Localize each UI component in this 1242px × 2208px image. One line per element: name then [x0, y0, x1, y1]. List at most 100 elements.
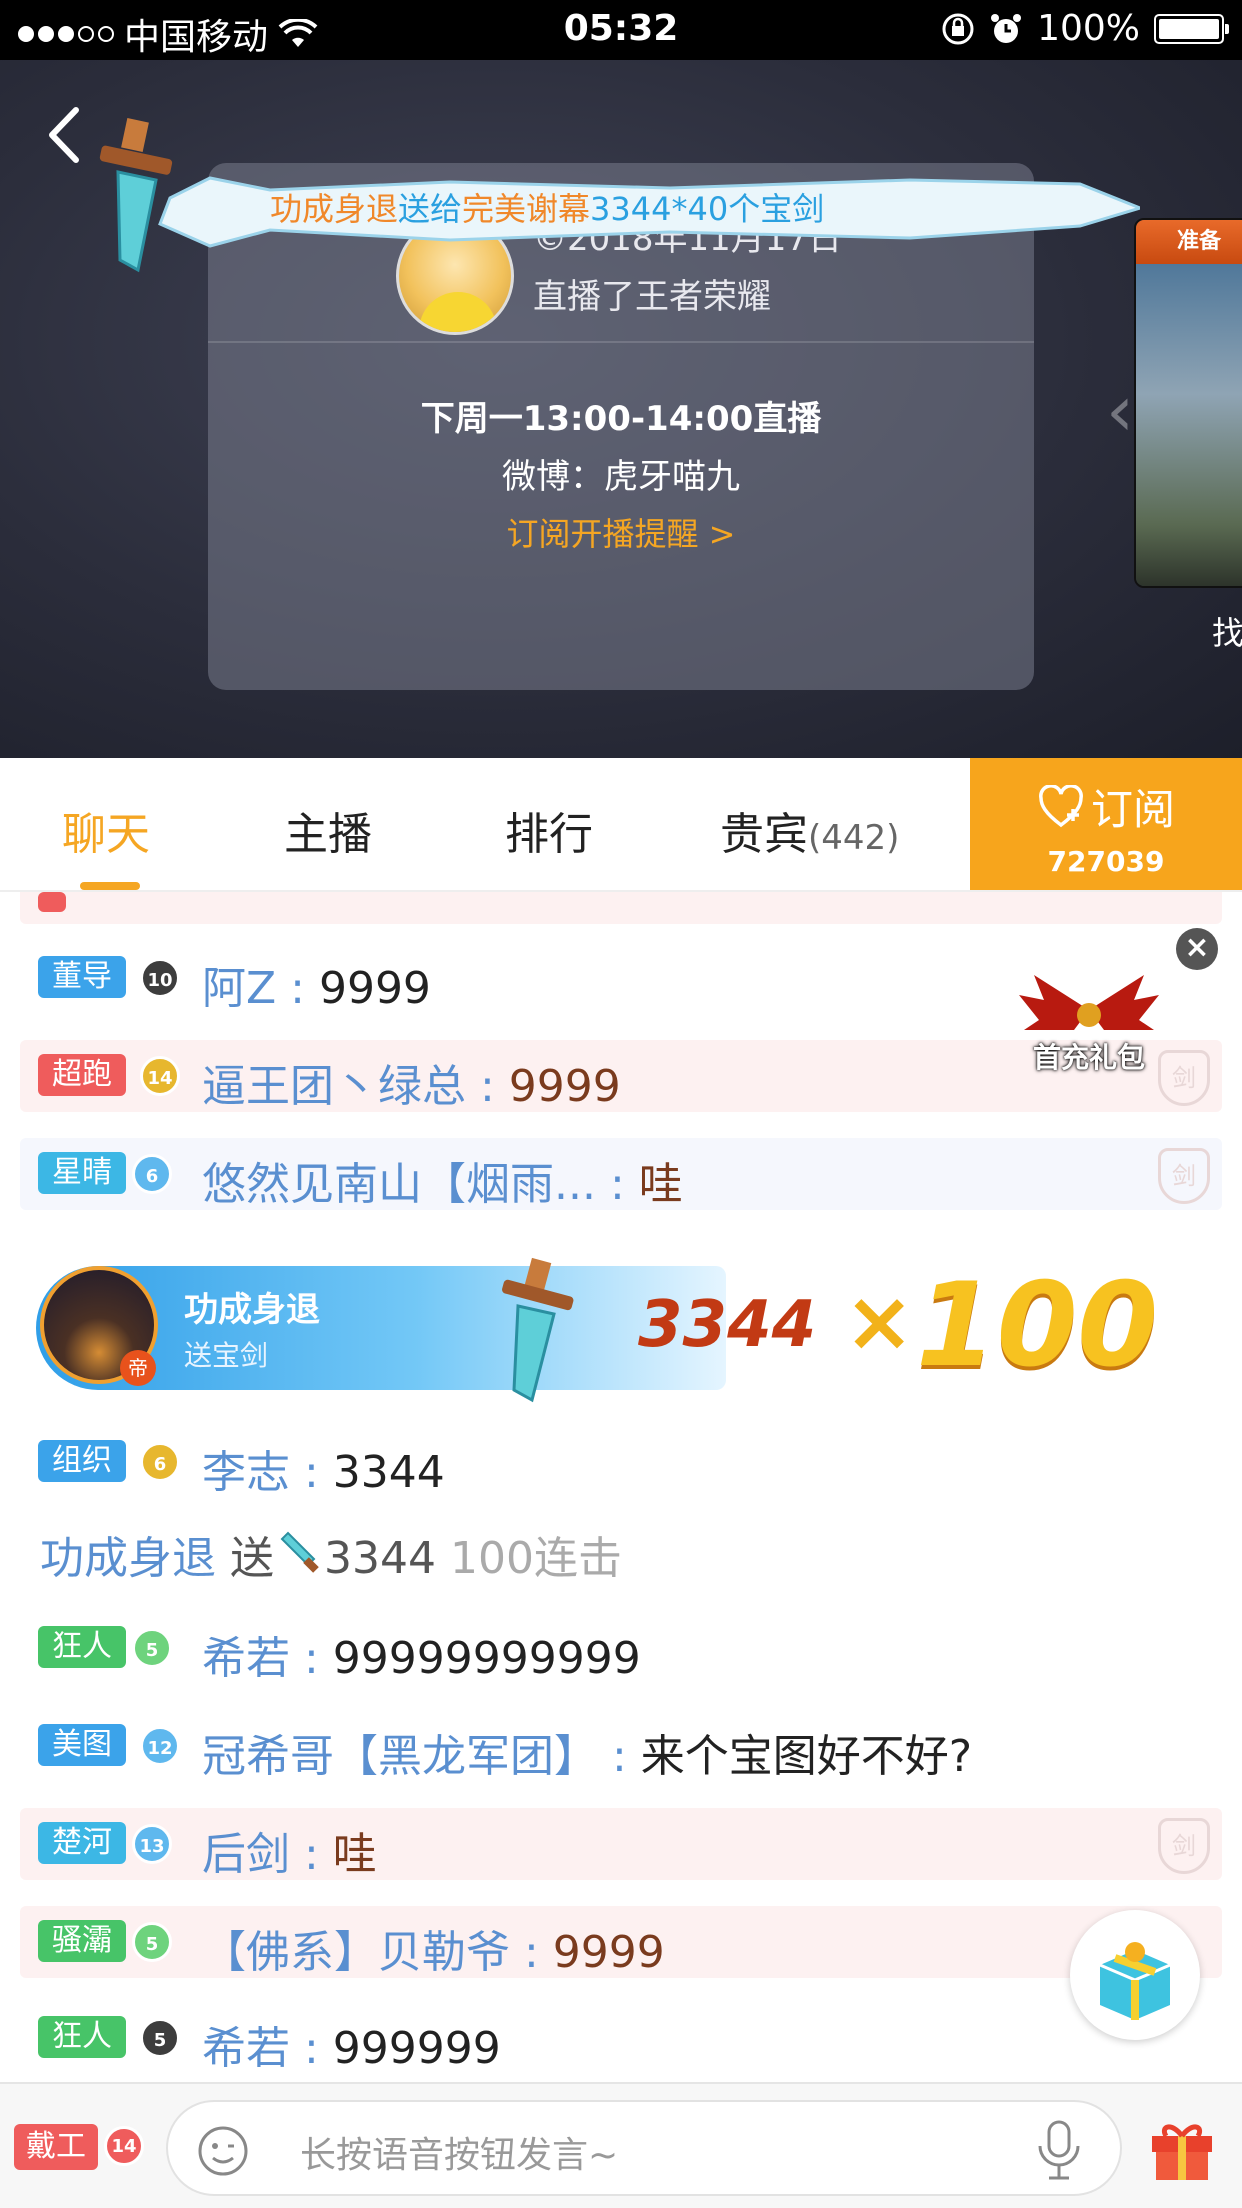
message-text: 3344	[332, 1447, 445, 1498]
gift-broadcast-text: 功成身退送给完美谢幕3344*40个宝剑	[270, 184, 824, 230]
side-card-thumbnail	[1136, 264, 1242, 586]
level-icon: 5	[132, 1922, 172, 1962]
chat-message-partial	[20, 892, 1222, 924]
chat-message[interactable]: 骚灞 5 【佛系】贝勒爷 : 9999	[20, 1906, 1222, 1978]
user-badge: 美图	[38, 1724, 126, 1766]
user-nick: 冠希哥【黑龙军团】	[202, 1731, 598, 1782]
user-badge: 楚河	[38, 1822, 126, 1864]
subscribe-reminder-link[interactable]: 订阅开播提醒 >	[208, 509, 1034, 555]
my-badge[interactable]: 戴工	[14, 2124, 98, 2170]
chat-line: 阿Z : 9999	[202, 963, 431, 1014]
chat-line: 冠希哥【黑龙军团】 : 来个宝图好不好?	[202, 1731, 973, 1782]
chat-message[interactable]: 组织 6 李志 : 3344	[20, 1426, 1222, 1498]
user-badge: 星晴	[38, 1152, 126, 1194]
chat-line: 希若 : 999999	[202, 2023, 501, 2074]
tab-vip-count: (442)	[808, 818, 900, 858]
close-icon[interactable]: ×	[1176, 928, 1218, 970]
shield-icon: 剑	[1158, 1818, 1210, 1874]
gift-icon[interactable]	[1146, 2112, 1218, 2184]
user-badge: 狂人	[38, 1626, 126, 1668]
first-pack-label: 首充礼包	[1032, 1041, 1145, 1074]
subscribe-button[interactable]: 订阅 727039	[970, 758, 1242, 890]
alarm-icon	[991, 13, 1022, 43]
user-badge: 超跑	[38, 1054, 126, 1096]
chat-line: 后剑 : 哇	[202, 1829, 377, 1880]
sword-icon	[502, 1257, 574, 1403]
side-prev-arrow-icon[interactable]: ‹	[1106, 370, 1134, 452]
tab-vip-label: 贵宾	[720, 809, 808, 860]
shield-icon: 剑	[1158, 1148, 1210, 1204]
message-text: 哇	[332, 1829, 377, 1880]
shield-icon: 剑	[1158, 1050, 1210, 1106]
user-nick: 希若	[202, 1633, 290, 1684]
chat-input[interactable]: 长按语音按钮发言~	[166, 2100, 1122, 2196]
gift-combo-banner: 帝 功成身退 送宝剑 3344 × 100	[36, 1258, 1176, 1398]
subscribe-label: 订阅	[1090, 785, 1175, 834]
battery-percent: 100%	[1037, 8, 1140, 49]
chat-message[interactable]: 狂人 5 希若 : 999999	[20, 2002, 1222, 2074]
chat-input-bar: 戴工 14 长按语音按钮发言~	[0, 2082, 1242, 2208]
chat-message[interactable]: 狂人 5 希若 : 99999999999	[20, 1612, 1222, 1684]
level-icon: 10	[140, 958, 180, 998]
gift-broadcast-banner: 功成身退送给完美谢幕3344*40个宝剑	[150, 168, 1140, 252]
level-icon: 5	[140, 2018, 180, 2058]
side-card-header: 准备	[1136, 220, 1242, 264]
treasure-box-button[interactable]	[1070, 1910, 1200, 2040]
level-icon: 13	[132, 1824, 172, 1864]
level-icon: 12	[140, 1726, 180, 1766]
gift-send-word: 送	[230, 1533, 274, 1584]
tab-anchor[interactable]: 主播	[284, 798, 372, 862]
gift-receiver: 完美谢幕	[462, 190, 591, 228]
subscriber-count: 727039	[1047, 845, 1165, 878]
weibo-info: 微博：虎牙喵九	[502, 457, 740, 497]
recommended-stream-card[interactable]: 准备	[1134, 218, 1242, 588]
chat-line: 【佛系】贝勒爷 : 9999	[202, 1927, 665, 1978]
user-nick: 逼王团丶绿总	[202, 1061, 466, 1112]
level-icon: 14	[140, 1056, 180, 1096]
gift-sender: 功成身退	[270, 190, 399, 228]
side-card-caption: 找	[1212, 614, 1242, 652]
level-icon: 6	[140, 1442, 180, 1482]
chat-input-placeholder: 长按语音按钮发言~	[300, 2135, 619, 2176]
tab-chat[interactable]: 聊天	[62, 798, 150, 862]
chat-message[interactable]: 星晴 6 悠然见南山【烟雨... : 哇 剑	[20, 1138, 1222, 1210]
gift-notice: 功成身退 送 3344 100连击	[40, 1522, 622, 1586]
message-text: 9999	[508, 1061, 621, 1112]
user-nick: 李志	[202, 1447, 290, 1498]
user-nick: 悠然见南山【烟雨...	[202, 1159, 596, 1210]
gift-box-icon	[1099, 1942, 1171, 2020]
gift-count: 3344	[324, 1533, 436, 1584]
status-bar: 中国移动 05:32 100%	[0, 0, 1242, 60]
orientation-lock-icon	[942, 13, 974, 44]
gift-user: 功成身退	[40, 1533, 216, 1584]
subscribe-label-row: 订阅	[970, 776, 1242, 837]
combo-multiplier: 100	[916, 1258, 1159, 1393]
emoji-icon[interactable]	[196, 2124, 250, 2178]
user-badge: 组织	[38, 1440, 126, 1482]
microphone-icon[interactable]	[1034, 2118, 1084, 2182]
status-right: 100%	[941, 8, 1229, 49]
my-level-icon: 14	[104, 2126, 144, 2166]
user-nick: 希若	[202, 2023, 290, 2074]
gift-detail: 3344*40个宝剑	[590, 190, 825, 228]
first-recharge-pack[interactable]: 首充礼包	[1014, 970, 1164, 1080]
video-player[interactable]: ©2018年11月17日 直播了王者荣耀 下周一13:00-14:00直播 微博…	[0, 60, 1242, 758]
user-nick: 【佛系】贝勒爷	[202, 1927, 510, 1978]
tab-active-indicator	[80, 882, 140, 890]
sword-icon	[99, 118, 173, 273]
chat-message[interactable]: 美图 12 冠希哥【黑龙军团】 : 来个宝图好不好?	[20, 1710, 1222, 1782]
last-live-game: 直播了王者荣耀	[533, 277, 771, 317]
battery-icon	[1154, 13, 1229, 44]
gift-action: 送给	[398, 190, 463, 228]
message-text: 999999	[332, 2023, 501, 2074]
emperor-tag: 帝	[120, 1350, 156, 1386]
combo-sender-name: 功成身退	[184, 1290, 320, 1330]
chat-line: 李志 : 3344	[202, 1447, 445, 1498]
level-icon: 5	[132, 1628, 172, 1668]
tab-vip[interactable]: 贵宾(442)	[720, 798, 899, 862]
tab-ranking[interactable]: 排行	[505, 798, 593, 862]
live-schedule: 下周一13:00-14:00直播	[420, 399, 822, 439]
user-nick: 后剑	[202, 1829, 290, 1880]
chat-message[interactable]: 楚河 13 后剑 : 哇 剑	[20, 1808, 1222, 1880]
chat-line: 悠然见南山【烟雨... : 哇	[202, 1159, 683, 1210]
